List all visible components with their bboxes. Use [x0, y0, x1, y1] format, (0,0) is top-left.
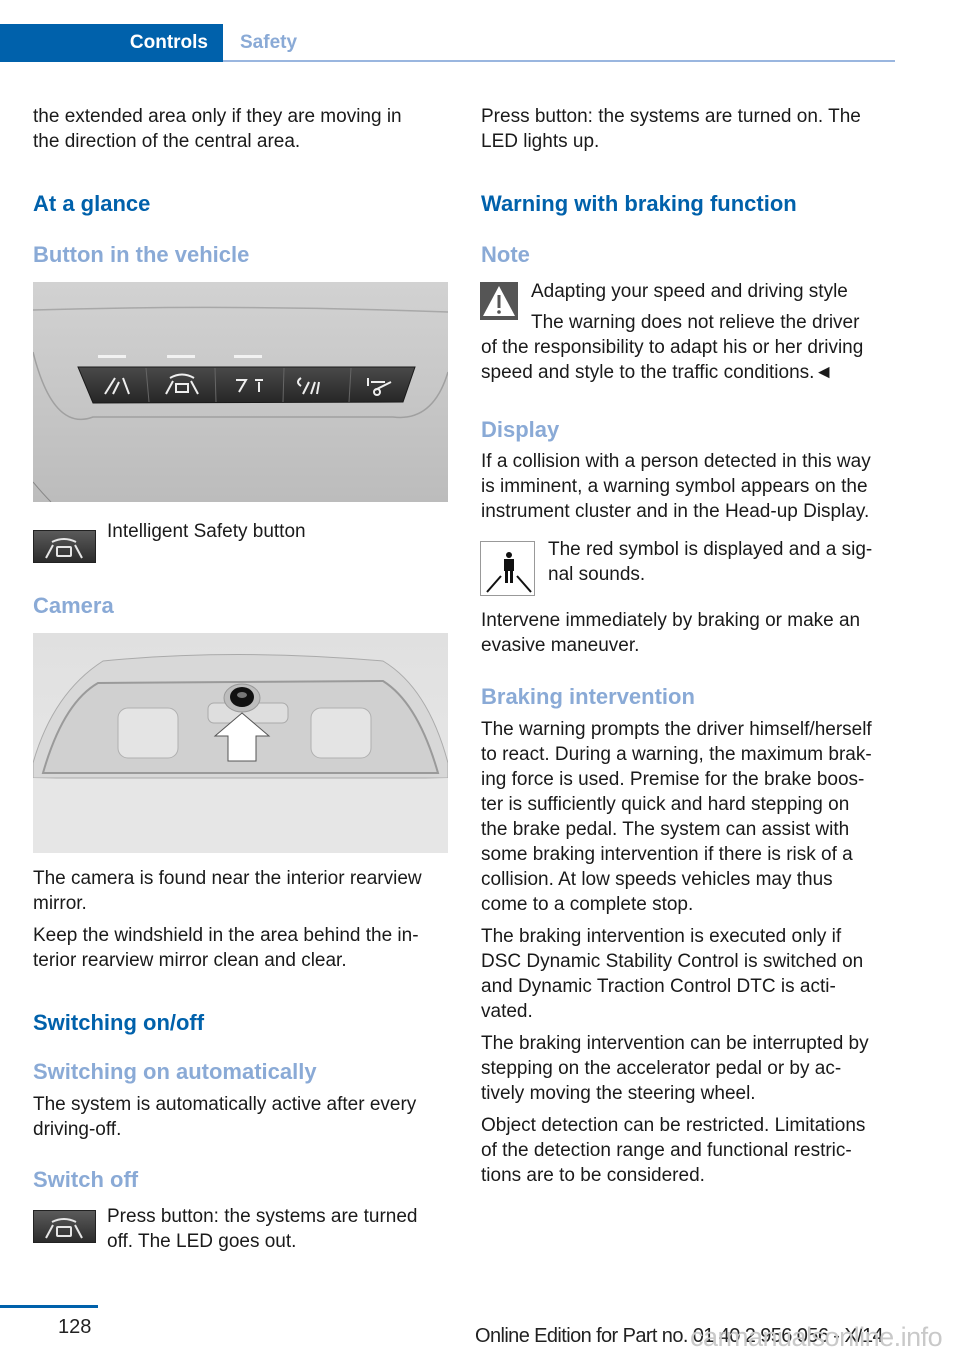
intelligent-safety-button-icon [33, 1210, 96, 1243]
intervene-text: Intervene immediately by braking or make… [481, 610, 861, 656]
page-header: Controls Safety [0, 24, 895, 62]
heading-braking-intervention: Braking intervention [481, 684, 695, 709]
braking-text-3: The braking intervention can be interrup… [481, 1033, 869, 1104]
section-tab-controls[interactable]: Controls [0, 24, 223, 62]
header-rule [223, 60, 895, 62]
button-panel-figure [33, 282, 448, 502]
symbol-text: The red symbol is displayed and a sig- n… [548, 539, 873, 585]
page-number: 128 [58, 1316, 92, 1338]
heading-switch-off: Switch off [33, 1167, 139, 1192]
note-body: of the responsibility to adapt his or he… [481, 337, 864, 383]
watermark[interactable]: carmanualsonline.info [690, 1322, 943, 1353]
heading-button-in-vehicle: Button in the vehicle [33, 242, 250, 267]
heading-switching-on-off: Switching on/off [33, 1010, 205, 1035]
auto-on-text: The system is automatically active after… [33, 1094, 417, 1140]
camera-cleaning-text: Keep the windshield in the area behind t… [33, 925, 419, 971]
heading-warning-braking: Warning with braking function [481, 191, 797, 216]
warning-triangle-icon [480, 282, 518, 320]
intelligent-safety-button-icon [33, 530, 96, 563]
heading-note: Note [481, 242, 530, 267]
intro-paragraph: the extended area only if they are movin… [33, 106, 402, 152]
heading-at-a-glance: At a glance [33, 191, 151, 216]
press-on-text: Press button: the systems are turned on.… [481, 106, 861, 152]
pedestrian-warning-icon [480, 541, 535, 596]
heading-display: Display [481, 417, 560, 442]
camera-figure [33, 633, 448, 853]
button-panel-illustration [33, 282, 448, 502]
note-body-first: The warning does not relieve the driver [531, 312, 860, 333]
display-text: If a collision with a person detected in… [481, 451, 871, 522]
braking-text-4: Object detection can be restricted. Limi… [481, 1115, 866, 1186]
camera-location-illustration [33, 633, 448, 853]
heading-camera: Camera [33, 593, 114, 618]
note-title: Adapting your speed and driving style [531, 281, 848, 302]
switch-off-text: Press button: the systems are turned off… [107, 1206, 418, 1252]
section-tab-safety[interactable]: Safety [240, 24, 297, 60]
footer-rule [0, 1305, 98, 1308]
braking-text-2: The braking intervention is executed onl… [481, 926, 864, 1022]
camera-location-text: The camera is found near the interior re… [33, 868, 422, 914]
braking-text-1: The warning prompts the driver himself/h… [481, 719, 872, 915]
heading-switching-on-auto: Switching on automatically [33, 1059, 317, 1084]
button-caption: Intelligent Safety button [107, 521, 306, 542]
